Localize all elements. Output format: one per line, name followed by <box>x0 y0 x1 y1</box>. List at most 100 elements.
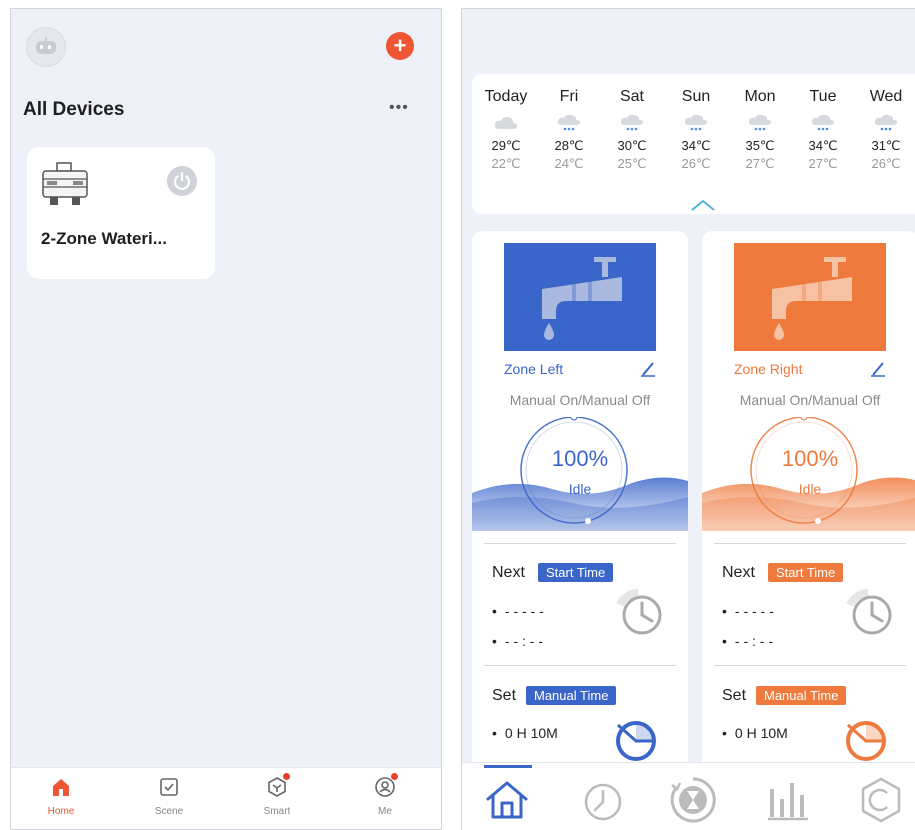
weather-day: Sat 30℃ 25℃ <box>602 88 662 172</box>
tab-label: Smart <box>263 806 291 817</box>
temp-high: 34℃ <box>808 138 838 153</box>
temp-high: 34℃ <box>681 138 711 153</box>
temp-low: 26℃ <box>871 156 901 171</box>
active-tab-indicator <box>484 765 532 768</box>
day-name: Today <box>484 88 528 105</box>
tab-scene[interactable]: Scene <box>129 776 209 817</box>
tab-label: Home <box>47 806 75 817</box>
temp-low: 26℃ <box>681 156 711 171</box>
weather-day: Today 29℃ 22℃ <box>476 88 536 172</box>
weather-day: Fri 28℃ 24℃ <box>539 88 599 172</box>
temp-low: 24℃ <box>554 156 584 171</box>
day-name: Tue <box>809 88 837 105</box>
temp-high: 35℃ <box>745 138 775 153</box>
bar-chart-icon[interactable] <box>762 775 812 825</box>
water-level-gauge <box>472 417 688 531</box>
tab-label: Scene <box>154 806 184 817</box>
avatar[interactable] <box>26 27 66 67</box>
hourglass-icon[interactable] <box>668 775 718 825</box>
notification-dot <box>391 773 398 780</box>
next-label: Next <box>722 564 755 581</box>
next-label: Next <box>492 564 525 581</box>
zone-card-left: Zone Left Manual On/Manual Off 100% Idle… <box>472 231 688 771</box>
device-screen: Today 29℃ 22℃ Fri 28℃ 24℃ Sat 30℃ 25℃ Su… <box>461 8 915 830</box>
power-button[interactable] <box>167 166 197 196</box>
zone-card-right: Zone Right Manual On/Manual Off 100% Idl… <box>702 231 915 771</box>
temp-high: 28℃ <box>554 138 584 153</box>
divider <box>714 665 906 666</box>
set-label: Set <box>722 687 747 704</box>
clock-icon[interactable] <box>842 587 894 639</box>
robot-icon <box>36 37 56 54</box>
cloud-icon <box>494 116 518 129</box>
rain-cloud-icon <box>748 114 772 131</box>
divider <box>484 665 676 666</box>
temp-high: 29℃ <box>491 138 521 153</box>
day-name: Sun <box>681 88 711 105</box>
zone-name[interactable]: Zone Right <box>734 361 802 377</box>
rain-cloud-icon <box>684 114 708 131</box>
day-name: Fri <box>559 88 579 105</box>
zone-name[interactable]: Zone Left <box>504 361 563 377</box>
zone-mode: Manual On/Manual Off <box>509 392 651 408</box>
water-percent: 100% <box>781 446 839 471</box>
tab-smart[interactable]: Smart <box>237 773 317 817</box>
start-time-badge: Start Time <box>768 563 844 582</box>
temp-high: 30℃ <box>617 138 647 153</box>
device-bottom-nav <box>462 762 915 830</box>
weather-day: Tue 34℃ 27℃ <box>793 88 853 172</box>
start-time-badge: Start Time <box>538 563 614 582</box>
weather-day: Mon 35℃ 27℃ <box>730 88 790 172</box>
water-percent: 100% <box>551 446 609 471</box>
temp-low: 27℃ <box>808 156 838 171</box>
edit-icon[interactable] <box>870 361 886 377</box>
chevron-up-icon[interactable] <box>690 198 716 212</box>
temp-low: 25℃ <box>617 156 647 171</box>
manual-time-value: 0 H 10M <box>722 725 788 741</box>
device-card[interactable]: 2-Zone Wateri... <box>27 147 215 279</box>
home-icon <box>53 779 69 796</box>
zone-mode: Manual On/Manual Off <box>739 392 881 408</box>
day-name: Sat <box>619 88 644 105</box>
clock-icon[interactable] <box>578 775 628 825</box>
more-options-button[interactable]: ••• <box>389 99 409 117</box>
timer-icon[interactable] <box>840 711 892 763</box>
clock-icon[interactable] <box>612 587 664 639</box>
temp-low: 22℃ <box>491 156 521 171</box>
power-icon <box>173 171 191 190</box>
manual-time-value: 0 H 10M <box>492 725 558 741</box>
scene-icon <box>160 778 178 796</box>
rain-cloud-icon <box>557 114 581 131</box>
tab-home[interactable]: Home <box>21 776 101 817</box>
weather-day: Sun 34℃ 26℃ <box>666 88 726 172</box>
settings-icon[interactable] <box>856 775 906 825</box>
add-device-button[interactable]: + <box>386 32 414 60</box>
tab-me[interactable]: Me <box>345 773 425 817</box>
set-label: Set <box>492 687 517 704</box>
faucet-icon <box>504 243 656 351</box>
manual-time-badge: Manual Time <box>756 686 847 705</box>
temp-low: 27℃ <box>745 156 775 171</box>
next-time: - - : - - <box>722 633 773 649</box>
zone-state: Idle <box>568 481 592 497</box>
divider <box>484 543 676 544</box>
water-level-gauge <box>702 417 915 531</box>
rain-cloud-icon <box>874 114 898 131</box>
divider <box>714 543 906 544</box>
zone-state: Idle <box>798 481 822 497</box>
next-date: - - - - - <box>722 603 774 619</box>
home-screen: + All Devices ••• 2-Zone Wateri... Home … <box>10 8 442 830</box>
device-name: 2-Zone Wateri... <box>41 229 167 248</box>
manual-time-badge: Manual Time <box>526 686 617 705</box>
day-name: Mon <box>744 88 776 105</box>
weather-forecast: Today 29℃ 22℃ Fri 28℃ 24℃ Sat 30℃ 25℃ Su… <box>472 74 915 214</box>
next-time: - - : - - <box>492 633 543 649</box>
rain-cloud-icon <box>811 114 835 131</box>
edit-icon[interactable] <box>640 361 656 377</box>
page-title: All Devices <box>23 99 125 120</box>
timer-icon[interactable] <box>610 711 662 763</box>
notification-dot <box>283 773 290 780</box>
water-timer-device-icon <box>42 162 88 205</box>
home-icon[interactable] <box>482 775 532 825</box>
temp-high: 31℃ <box>871 138 901 153</box>
